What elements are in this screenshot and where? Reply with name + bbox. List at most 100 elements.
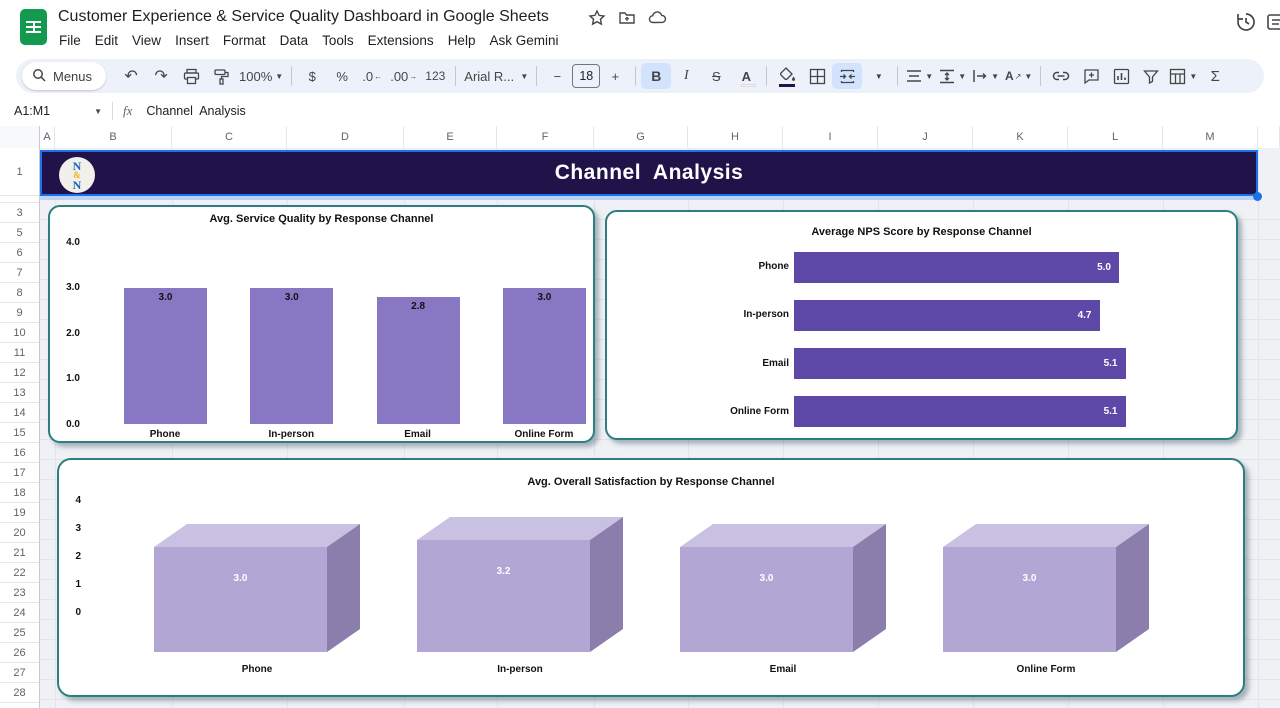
comment-history-icon[interactable] bbox=[1266, 12, 1280, 39]
cloud-status-icon[interactable] bbox=[648, 9, 667, 32]
row-header-13[interactable]: 13 bbox=[0, 383, 39, 403]
row-header-20[interactable]: 20 bbox=[0, 523, 39, 543]
column-header-G[interactable]: G bbox=[594, 126, 688, 148]
undo-button[interactable]: ↶ bbox=[116, 63, 146, 89]
column-header-B[interactable]: B bbox=[55, 126, 172, 148]
row-header-14[interactable]: 14 bbox=[0, 403, 39, 423]
paint-format-button[interactable] bbox=[206, 63, 236, 89]
insert-comment-button[interactable] bbox=[1076, 63, 1106, 89]
redo-button[interactable]: ↷ bbox=[146, 63, 176, 89]
row-header-8[interactable]: 8 bbox=[0, 283, 39, 303]
row-header-1[interactable]: 1 bbox=[0, 148, 39, 196]
selection-fill-handle[interactable] bbox=[1253, 192, 1262, 201]
strikethrough-button[interactable]: S bbox=[701, 63, 731, 89]
format-currency-button[interactable]: $ bbox=[297, 63, 327, 89]
chart-overall-satisfaction[interactable]: Avg. Overall Satisfaction by Response Ch… bbox=[57, 458, 1245, 697]
zoom-select[interactable]: 100%▼ bbox=[236, 63, 286, 89]
horizontal-align-button[interactable]: ▼ bbox=[903, 63, 936, 89]
formula-input[interactable]: Channel Analysis bbox=[146, 104, 245, 118]
create-filter-button[interactable] bbox=[1136, 63, 1166, 89]
row-header-11[interactable]: 11 bbox=[0, 343, 39, 363]
more-formats-button[interactable]: 123 bbox=[420, 63, 450, 89]
italic-button[interactable]: I bbox=[671, 63, 701, 89]
row-header-9[interactable]: 9 bbox=[0, 303, 39, 323]
row-header-2[interactable] bbox=[0, 196, 39, 203]
font-size-input[interactable]: 18 bbox=[572, 64, 600, 88]
row-header-22[interactable]: 22 bbox=[0, 563, 39, 583]
name-box[interactable]: A1:M1▼ bbox=[0, 104, 102, 118]
column-header-J[interactable]: J bbox=[878, 126, 973, 148]
column-header-A[interactable]: A bbox=[40, 126, 55, 148]
format-percent-button[interactable]: % bbox=[327, 63, 357, 89]
banner-cell-a1[interactable]: N&N Channel Analysis bbox=[40, 150, 1258, 196]
table-views-button[interactable]: ▼ bbox=[1166, 63, 1200, 89]
row-header-5[interactable]: 5 bbox=[0, 223, 39, 243]
row-header-10[interactable]: 10 bbox=[0, 323, 39, 343]
vertical-align-button[interactable]: ▼ bbox=[936, 63, 969, 89]
column-header-E[interactable]: E bbox=[404, 126, 497, 148]
merge-cells-button[interactable] bbox=[832, 63, 862, 89]
menu-item-insert[interactable]: Insert bbox=[168, 30, 216, 51]
row-header-26[interactable]: 26 bbox=[0, 643, 39, 663]
row-header-3[interactable]: 3 bbox=[0, 203, 39, 223]
row-header-28[interactable]: 28 bbox=[0, 683, 39, 703]
menu-item-extensions[interactable]: Extensions bbox=[361, 30, 441, 51]
menu-item-edit[interactable]: Edit bbox=[88, 30, 125, 51]
column-header-n[interactable] bbox=[1258, 126, 1280, 148]
row-header-25[interactable]: 25 bbox=[0, 623, 39, 643]
column-header-I[interactable]: I bbox=[783, 126, 878, 148]
version-history-icon[interactable] bbox=[1234, 10, 1258, 39]
chart-service-quality[interactable]: Avg. Service Quality by Response Channel… bbox=[48, 205, 595, 443]
borders-button[interactable] bbox=[802, 63, 832, 89]
insert-link-button[interactable] bbox=[1046, 63, 1076, 89]
row-header-24[interactable]: 24 bbox=[0, 603, 39, 623]
text-color-button[interactable]: A bbox=[731, 63, 761, 89]
menu-item-data[interactable]: Data bbox=[273, 30, 316, 51]
row-header-23[interactable]: 23 bbox=[0, 583, 39, 603]
column-header-F[interactable]: F bbox=[497, 126, 594, 148]
fill-color-button[interactable] bbox=[772, 63, 802, 89]
row-header-12[interactable]: 12 bbox=[0, 363, 39, 383]
menu-item-tools[interactable]: Tools bbox=[315, 30, 361, 51]
row-header-15[interactable]: 15 bbox=[0, 423, 39, 443]
column-header-K[interactable]: K bbox=[973, 126, 1068, 148]
increase-font-size-button[interactable]: + bbox=[600, 63, 630, 89]
row-header-16[interactable]: 16 bbox=[0, 443, 39, 463]
text-wrap-button[interactable]: ▼ bbox=[969, 63, 1002, 89]
row-header-19[interactable]: 19 bbox=[0, 503, 39, 523]
column-header-C[interactable]: C bbox=[172, 126, 287, 148]
decrease-font-size-button[interactable]: − bbox=[542, 63, 572, 89]
star-icon[interactable] bbox=[588, 9, 606, 32]
search-menus-button[interactable]: Menus bbox=[22, 62, 106, 90]
insert-chart-button[interactable] bbox=[1106, 63, 1136, 89]
menu-item-file[interactable]: File bbox=[52, 30, 88, 51]
print-button[interactable] bbox=[176, 63, 206, 89]
merge-options-caret[interactable]: ▼ bbox=[862, 63, 892, 89]
sheets-logo-icon[interactable] bbox=[20, 9, 47, 45]
functions-button[interactable]: Σ bbox=[1200, 63, 1230, 89]
row-header-7[interactable]: 7 bbox=[0, 263, 39, 283]
row-header-27[interactable]: 27 bbox=[0, 663, 39, 683]
menu-item-ask-gemini[interactable]: Ask Gemini bbox=[482, 30, 565, 51]
move-to-folder-icon[interactable] bbox=[618, 9, 636, 32]
menu-item-format[interactable]: Format bbox=[216, 30, 273, 51]
row-header-6[interactable]: 6 bbox=[0, 243, 39, 263]
menu-item-view[interactable]: View bbox=[125, 30, 168, 51]
font-select[interactable]: Arial R...▼ bbox=[461, 63, 531, 89]
column-header-D[interactable]: D bbox=[287, 126, 404, 148]
row-header-18[interactable]: 18 bbox=[0, 483, 39, 503]
sheet-grid[interactable]: N&N Channel Analysis Avg. Service Qualit… bbox=[40, 148, 1280, 708]
select-all-corner[interactable] bbox=[0, 126, 40, 148]
increase-decimal-button[interactable]: .00→ bbox=[387, 63, 420, 89]
decrease-decimal-button[interactable]: .0← bbox=[357, 63, 387, 89]
column-header-M[interactable]: M bbox=[1163, 126, 1258, 148]
row-header-17[interactable]: 17 bbox=[0, 463, 39, 483]
document-title[interactable]: Customer Experience & Service Quality Da… bbox=[58, 8, 549, 26]
chart-nps-score[interactable]: Average NPS Score by Response Channel Ph… bbox=[605, 210, 1238, 440]
bold-button[interactable]: B bbox=[641, 63, 671, 89]
column-header-L[interactable]: L bbox=[1068, 126, 1163, 148]
text-rotation-button[interactable]: A↗▼ bbox=[1002, 63, 1035, 89]
menu-item-help[interactable]: Help bbox=[441, 30, 483, 51]
row-header-21[interactable]: 21 bbox=[0, 543, 39, 563]
column-header-H[interactable]: H bbox=[688, 126, 783, 148]
